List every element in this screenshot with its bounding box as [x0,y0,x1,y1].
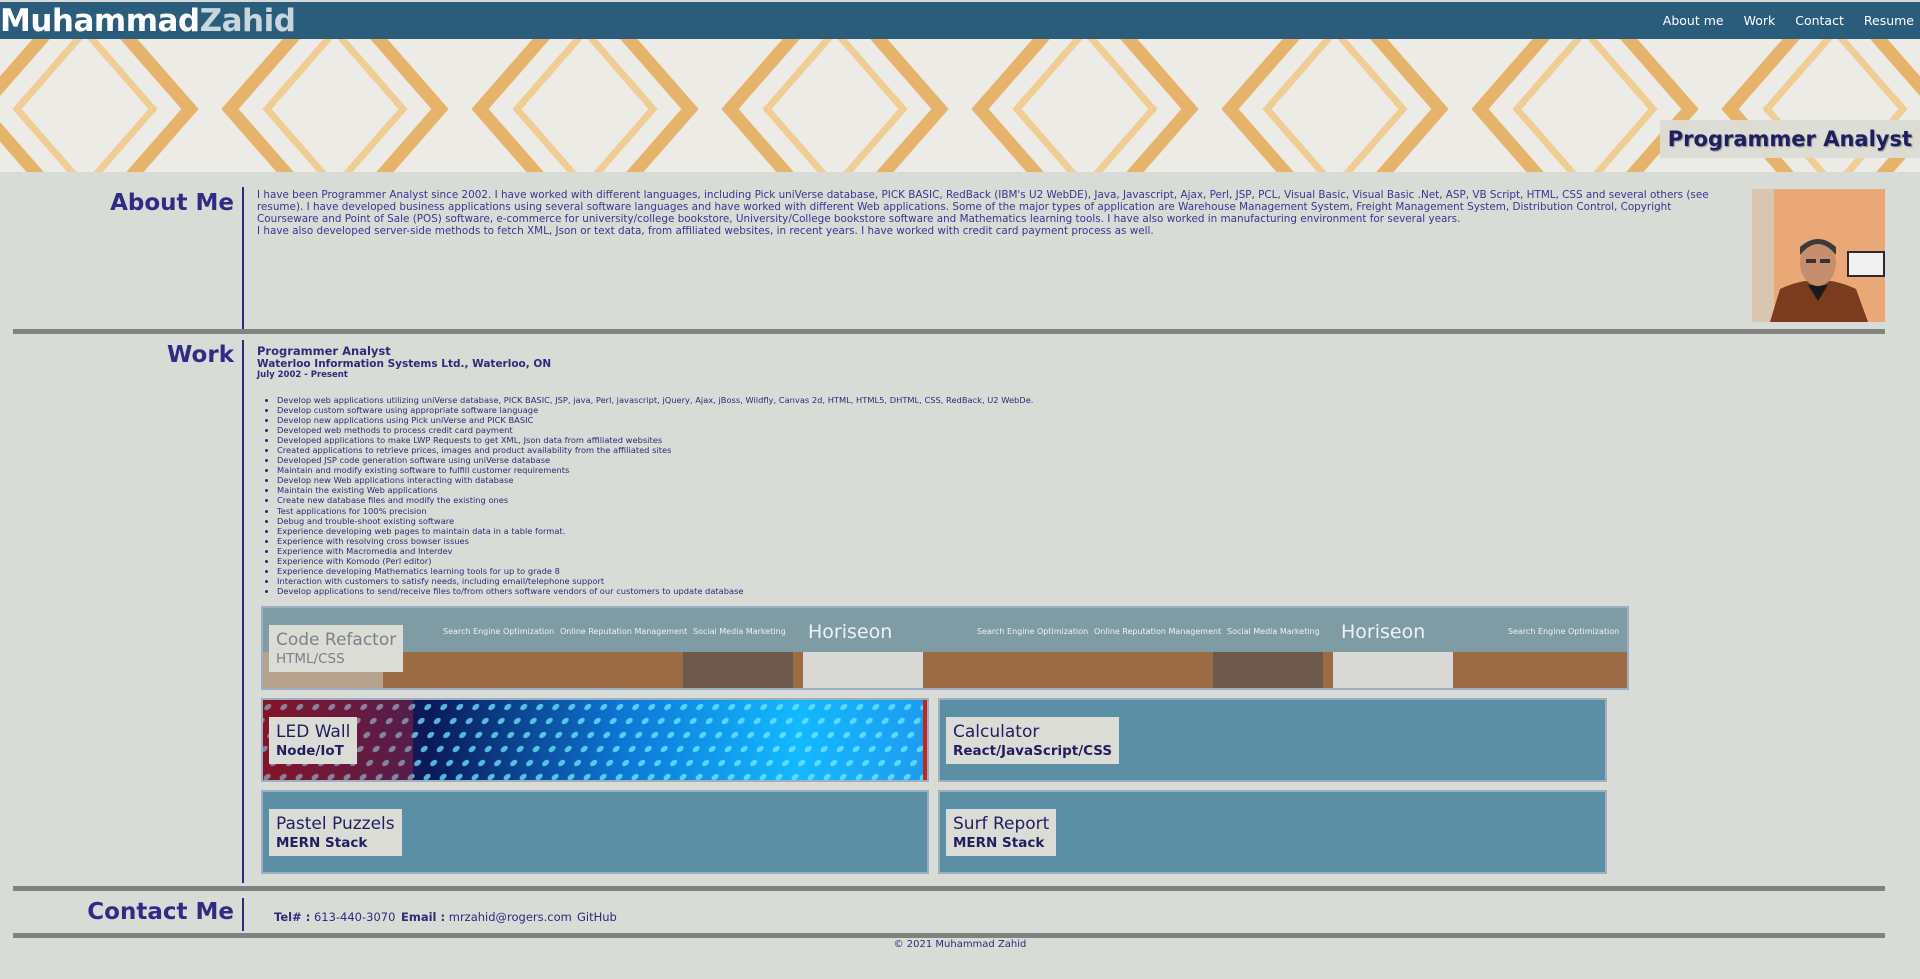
list-item: Experience with Komodo (Perl editor) [277,556,1033,566]
about-text: I have been Programmer Analyst since 200… [257,189,1727,237]
top-navbar: MuhammadZahid About me Work Contact Resu… [0,2,1920,39]
list-item: Experience with resolving cross bowser i… [277,536,1033,546]
brand-logo[interactable]: MuhammadZahid [0,2,296,39]
list-item: Test applications for 100% precision [277,506,1033,516]
contact-divider [242,898,244,931]
project-label: Pastel Puzzels MERN Stack [269,809,402,856]
list-item: Experience developing Mathematics learni… [277,566,1033,576]
project-label: Surf Report MERN Stack [946,809,1057,856]
project-tech: MERN Stack [276,835,368,851]
list-item: Created applications to retrieve prices,… [277,445,1033,455]
phone-number[interactable]: 613-440-3070 [314,910,395,924]
nav-about-link[interactable]: About me [1663,13,1724,28]
banner-link: Search Engine Optimization [1508,627,1619,636]
horiseon-screenshot: Search Engine Optimization Online Reputa… [263,608,1627,688]
project-name: Pastel Puzzels [276,814,395,834]
project-name: Code Refactor [276,630,397,650]
project-label: Calculator React/JavaScript/CSS [946,717,1120,764]
phone-label: Tel# : [274,910,311,924]
project-card-calculator[interactable]: Calculator React/JavaScript/CSS [938,698,1607,782]
nav-resume-link[interactable]: Resume [1864,13,1914,28]
nav-work-link[interactable]: Work [1744,13,1776,28]
banner-logo: Horiseon [1341,621,1425,643]
main-nav: About me Work Contact Resume [1663,2,1914,39]
about-paragraph-2: I have also developed server-side method… [257,225,1154,237]
brand-last-name: Zahid [199,3,296,39]
list-item: Experience with Macromedia and Interdev [277,546,1033,556]
job-dates: July 2002 - Present [257,370,348,380]
project-name: Surf Report [953,814,1050,834]
job-company: Waterloo Information Systems Ltd., Water… [257,358,552,370]
duties-list: Develop web applications utilizing uniVe… [277,395,1033,596]
list-item: Develop new applications using Pick uniV… [277,415,1033,425]
banner-link: Search Engine Optimization [977,627,1088,636]
project-name: LED Wall [276,722,351,742]
list-item: Create new database files and modify the… [277,495,1033,505]
list-item: Developed applications to make LWP Reque… [277,435,1033,445]
banner-link: Search Engine Optimization [443,627,554,636]
list-item: Develop web applications utilizing uniVe… [277,395,1033,405]
project-card-code-refactor[interactable]: Search Engine Optimization Online Reputa… [261,606,1629,690]
github-link[interactable]: GitHub [577,910,617,924]
project-card-surf-report[interactable]: Surf Report MERN Stack [938,790,1607,874]
project-label: Code Refactor HTML/CSS [269,625,404,672]
project-tech: MERN Stack [953,835,1045,851]
list-item: Develop custom software using appropriat… [277,405,1033,415]
work-heading: Work [167,342,234,368]
list-item: Developed web methods to process credit … [277,425,1033,435]
project-tech: HTML/CSS [276,651,345,667]
list-item: Debug and trouble-shoot existing softwar… [277,516,1033,526]
email-label: Email : [401,910,446,924]
project-card-pastel-puzzels[interactable]: Pastel Puzzels MERN Stack [261,790,929,874]
about-heading: About Me [110,190,234,216]
section-divider [13,886,1885,891]
banner-link: Online Reputation Management [1094,627,1221,636]
contact-heading: Contact Me [87,899,234,925]
list-item: Developed JSP code generation software u… [277,455,1033,465]
nav-contact-link[interactable]: Contact [1795,13,1844,28]
section-divider [13,329,1885,334]
banner-link: Social Media Marketing [1227,627,1320,636]
project-card-led-wall[interactable]: LED Wall Node/IoT [261,698,929,782]
list-item: Develop applications to send/receive fil… [277,586,1033,596]
brand-first-name: Muhammad [0,3,200,39]
led-wall-image [263,700,927,780]
list-item: Maintain the existing Web applications [277,485,1033,495]
footer-copyright: © 2021 Muhammad Zahid [893,939,1027,950]
list-item: Experience developing web pages to maint… [277,526,1033,536]
contact-email: Email : mrzahid@rogers.com [401,910,572,924]
project-label: LED Wall Node/IoT [269,717,358,764]
profile-photo [1752,189,1885,322]
hero-banner [0,39,1920,172]
about-paragraph-1: I have been Programmer Analyst since 200… [257,189,1709,225]
email-link[interactable]: mrzahid@rogers.com [449,910,572,924]
hero-pattern [0,39,1920,172]
project-name: Calculator [953,722,1040,742]
project-tech: Node/IoT [276,743,344,759]
job-title: Programmer Analyst [257,344,391,358]
about-divider [242,187,244,329]
banner-link: Social Media Marketing [693,627,786,636]
banner-logo: Horiseon [808,621,892,643]
section-divider [13,933,1885,938]
list-item: Maintain and modify existing software to… [277,465,1033,475]
list-item: Interaction with customers to satisfy ne… [277,576,1033,586]
hero-title: Programmer Analyst [1659,120,1920,158]
list-item: Develop new Web applications interacting… [277,475,1033,485]
banner-link: Online Reputation Management [560,627,687,636]
contact-phone: Tel# : 613-440-3070 [274,910,395,924]
project-tech: React/JavaScript/CSS [953,743,1113,759]
work-divider [242,340,244,883]
